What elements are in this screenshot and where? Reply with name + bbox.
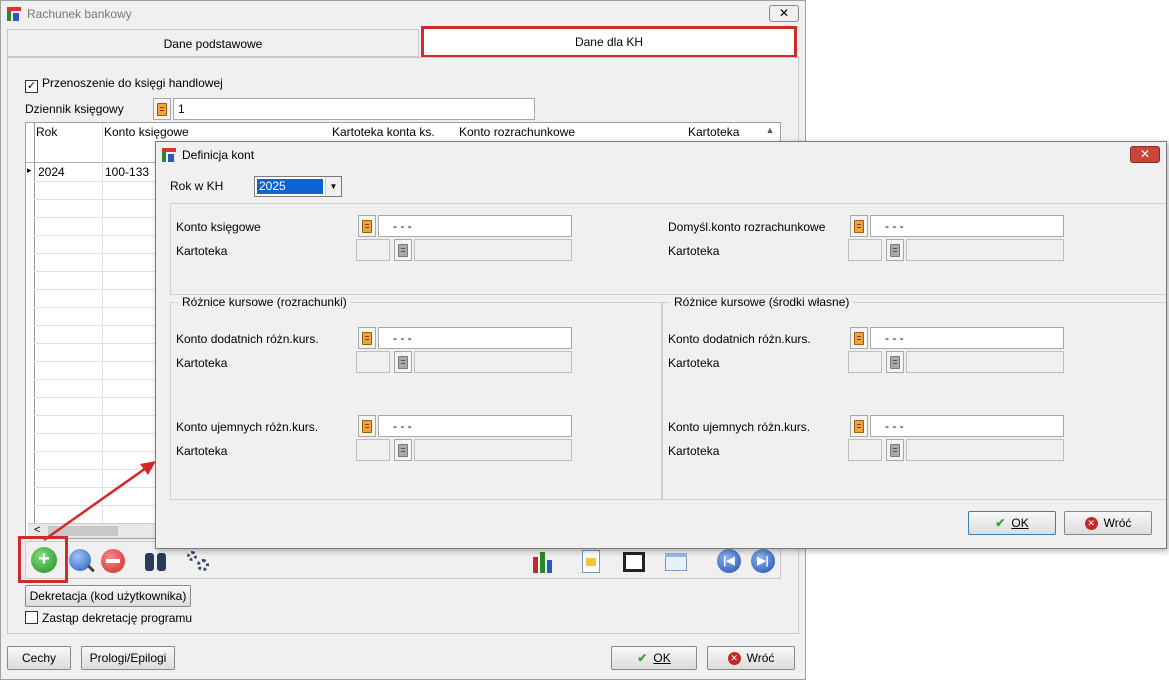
book-icon bbox=[854, 419, 864, 433]
kartoteka-code-1 bbox=[356, 239, 390, 261]
kartoteka-lookup-2 bbox=[886, 239, 904, 261]
konto-ksiegowe-label: Konto księgowe bbox=[176, 220, 261, 234]
year-label: Rok w KH bbox=[170, 179, 224, 193]
chevron-down-icon[interactable]: ▼ bbox=[325, 177, 341, 196]
kartoteka-field-4 bbox=[414, 439, 572, 461]
domysl-konto-lookup[interactable] bbox=[850, 215, 868, 237]
year-selected-value: 2025 bbox=[257, 179, 323, 194]
book-icon bbox=[854, 219, 864, 233]
dodatnie-input-left[interactable]: - - - bbox=[378, 327, 572, 349]
kartoteka-label-3: Kartoteka bbox=[176, 356, 228, 370]
kartoteka-field-2 bbox=[906, 239, 1064, 261]
book-icon bbox=[890, 355, 900, 369]
dodatnie-input-right[interactable]: - - - bbox=[870, 327, 1064, 349]
kartoteka-label-1: Kartoteka bbox=[176, 244, 228, 258]
ujemne-label-left: Konto ujemnych różn.kurs. bbox=[176, 420, 319, 434]
dialog-close-button[interactable]: ✕ bbox=[1130, 146, 1160, 163]
dialog-ok-button[interactable]: ✔ OK bbox=[968, 511, 1056, 535]
definicja-kont-dialog: Definicja kont ✕ Rok w KH 2025 ▼ Konto k… bbox=[155, 141, 1167, 549]
domysl-konto-input[interactable]: - - - bbox=[870, 215, 1064, 237]
book-icon bbox=[362, 219, 372, 233]
kartoteka-label-4: Kartoteka bbox=[176, 444, 228, 458]
kartoteka-code-3 bbox=[356, 351, 390, 373]
dialog-titlebar: Definicja kont bbox=[156, 142, 1166, 168]
domysl-konto-label: Domyśl.konto rozrachunkowe bbox=[668, 220, 826, 234]
dialog-cancel-button[interactable]: ✕ Wróć bbox=[1064, 511, 1152, 535]
ujemne-input-right[interactable]: - - - bbox=[870, 415, 1064, 437]
kartoteka-code-2 bbox=[848, 239, 882, 261]
kartoteka-lookup-3 bbox=[394, 351, 412, 373]
kartoteka-code-5 bbox=[848, 351, 882, 373]
kartoteka-field-1 bbox=[414, 239, 572, 261]
book-icon bbox=[398, 443, 408, 457]
konto-ksiegowe-input[interactable]: - - - bbox=[378, 215, 572, 237]
ujemne-lookup-left[interactable] bbox=[358, 415, 376, 437]
dialog-app-icon bbox=[162, 148, 176, 162]
group-rozrachunki-title: Różnice kursowe (rozrachunki) bbox=[178, 295, 351, 309]
kartoteka-label-5: Kartoteka bbox=[668, 356, 720, 370]
kartoteka-field-3 bbox=[414, 351, 572, 373]
kartoteka-field-6 bbox=[906, 439, 1064, 461]
dodatnie-lookup-right[interactable] bbox=[850, 327, 868, 349]
dodatnie-lookup-left[interactable] bbox=[358, 327, 376, 349]
kartoteka-label-6: Kartoteka bbox=[668, 444, 720, 458]
dialog-title: Definicja kont bbox=[182, 148, 255, 162]
kartoteka-lookup-1 bbox=[394, 239, 412, 261]
book-icon bbox=[362, 419, 372, 433]
book-icon bbox=[362, 331, 372, 345]
ujemne-label-right: Konto ujemnych różn.kurs. bbox=[668, 420, 811, 434]
konto-ksiegowe-lookup[interactable] bbox=[358, 215, 376, 237]
kartoteka-lookup-6 bbox=[886, 439, 904, 461]
kartoteka-code-4 bbox=[356, 439, 390, 461]
cancel-icon: ✕ bbox=[1084, 516, 1098, 530]
book-icon bbox=[398, 355, 408, 369]
book-icon bbox=[854, 331, 864, 345]
check-icon: ✔ bbox=[995, 516, 1006, 530]
kartoteka-label-2: Kartoteka bbox=[668, 244, 720, 258]
kartoteka-lookup-4 bbox=[394, 439, 412, 461]
dodatnie-label-right: Konto dodatnich różn.kurs. bbox=[668, 332, 811, 346]
group-srodki-title: Różnice kursowe (środki własne) bbox=[670, 295, 854, 309]
book-icon bbox=[890, 243, 900, 257]
book-icon bbox=[890, 443, 900, 457]
dodatnie-label-left: Konto dodatnich różn.kurs. bbox=[176, 332, 319, 346]
year-select[interactable]: 2025 ▼ bbox=[254, 176, 342, 197]
kartoteka-code-6 bbox=[848, 439, 882, 461]
kartoteka-field-5 bbox=[906, 351, 1064, 373]
ujemne-lookup-right[interactable] bbox=[850, 415, 868, 437]
book-icon bbox=[398, 243, 408, 257]
kartoteka-lookup-5 bbox=[886, 351, 904, 373]
ujemne-input-left[interactable]: - - - bbox=[378, 415, 572, 437]
